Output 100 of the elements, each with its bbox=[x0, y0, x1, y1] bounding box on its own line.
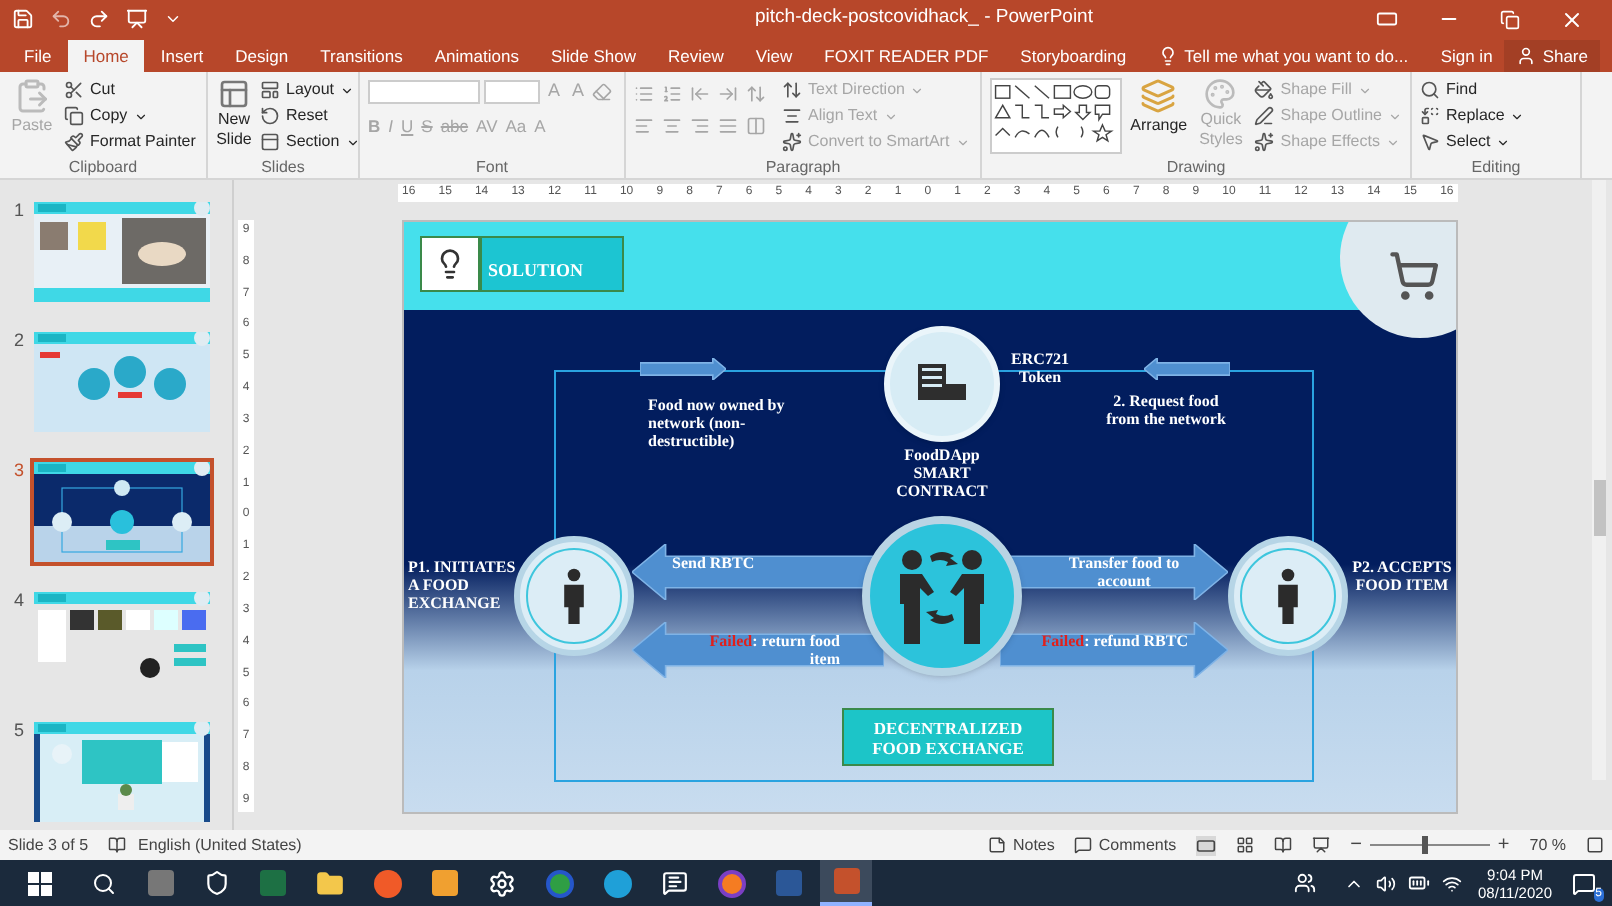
reset-button[interactable]: Reset bbox=[260, 104, 360, 128]
slide-icon bbox=[216, 78, 252, 110]
party-label: P2. ACCEPTS FOOD ITEM bbox=[1350, 558, 1454, 594]
volume-icon[interactable] bbox=[1376, 873, 1397, 893]
search-icon[interactable] bbox=[92, 871, 116, 895]
people-icon[interactable] bbox=[1294, 872, 1317, 894]
redo-icon[interactable] bbox=[88, 8, 110, 30]
share-button[interactable]: Share bbox=[1504, 40, 1600, 72]
new-slide-button[interactable]: New Slide bbox=[216, 78, 252, 156]
ribbon-tab[interactable]: Animations bbox=[418, 40, 535, 72]
slide-thumbnail[interactable] bbox=[30, 718, 214, 826]
gear-icon[interactable] bbox=[488, 869, 516, 897]
shape-fill-icon bbox=[1254, 80, 1275, 100]
spelling-icon[interactable] bbox=[108, 836, 127, 854]
ribbon-tab[interactable]: Home bbox=[67, 40, 145, 72]
scroll-thumb[interactable] bbox=[1593, 480, 1605, 536]
find-button[interactable]: Find bbox=[1420, 78, 1525, 102]
undo-icon[interactable] bbox=[50, 8, 72, 30]
flow-label: Failed: refund RBTC bbox=[1039, 632, 1188, 650]
notifications-icon[interactable] bbox=[1572, 871, 1596, 895]
layers-icon bbox=[1140, 78, 1177, 114]
folder-icon[interactable] bbox=[316, 869, 344, 897]
font-size-field[interactable] bbox=[484, 79, 540, 104]
slide-number: 2 bbox=[11, 328, 26, 354]
right-arrow bbox=[640, 358, 726, 380]
note-text: 2. Request food from the network bbox=[1104, 392, 1228, 428]
save-icon[interactable] bbox=[12, 8, 34, 30]
person-icon bbox=[1516, 46, 1537, 66]
notes-button[interactable]: Notes bbox=[988, 833, 1055, 857]
footer-title: DECENTRALIZED FOOD EXCHANGE bbox=[870, 717, 1026, 757]
sorter-view-icon[interactable] bbox=[1236, 836, 1255, 854]
slide-thumbnail[interactable] bbox=[30, 328, 214, 436]
layout-button[interactable]: Layout bbox=[260, 78, 360, 102]
zoom-slider[interactable] bbox=[1369, 836, 1490, 854]
browser-icon[interactable] bbox=[604, 869, 632, 897]
format-painter-icon bbox=[64, 132, 84, 152]
ribbon-display-icon[interactable] bbox=[1376, 8, 1398, 30]
ribbon-tab[interactable]: Slide Show bbox=[534, 40, 652, 72]
comments-button[interactable]: Comments bbox=[1074, 833, 1177, 857]
wifi-icon[interactable] bbox=[1442, 873, 1463, 893]
ribbon-tab[interactable]: View bbox=[739, 40, 809, 72]
group-label: Clipboard bbox=[66, 156, 140, 178]
cut-button[interactable]: Cut bbox=[64, 78, 196, 102]
person-icon bbox=[1274, 568, 1302, 624]
battery-icon[interactable] bbox=[1408, 872, 1431, 894]
slideshow-icon[interactable] bbox=[126, 8, 148, 30]
fit-slide-icon[interactable] bbox=[1586, 836, 1604, 854]
ribbon-tab[interactable]: Transitions bbox=[304, 40, 419, 72]
zoom-thumb[interactable] bbox=[1421, 836, 1428, 854]
format-painter-button[interactable]: Format Painter bbox=[64, 130, 196, 154]
people-exchange-icon bbox=[894, 544, 990, 648]
group-label: Font bbox=[473, 156, 510, 178]
copy-button[interactable]: Copy bbox=[64, 104, 196, 128]
select-button[interactable]: Select bbox=[1420, 130, 1525, 154]
font-name-field[interactable] bbox=[368, 79, 480, 104]
shapes-gallery[interactable] bbox=[990, 78, 1123, 154]
flow-label: Send RBTC bbox=[672, 554, 757, 572]
arrange-button[interactable]: Arrange bbox=[1130, 78, 1188, 156]
slideshow-view-icon[interactable] bbox=[1312, 836, 1331, 854]
copy-icon bbox=[64, 106, 84, 126]
ribbon-tab[interactable]: Storyboarding bbox=[1004, 40, 1143, 72]
reading-view-icon[interactable] bbox=[1274, 836, 1293, 854]
slide-thumbnail[interactable] bbox=[30, 458, 214, 566]
tell-me-field[interactable]: Tell me what you want to do... bbox=[1142, 40, 1409, 72]
replace-button[interactable]: Replace bbox=[1420, 104, 1525, 128]
sign-in-link[interactable]: Sign in bbox=[1428, 40, 1505, 72]
tell-me-placeholder: Tell me what you want to do... bbox=[1184, 43, 1409, 69]
ribbon-tab[interactable]: Insert bbox=[144, 40, 220, 72]
ribbon-tab[interactable]: File bbox=[8, 40, 68, 72]
windows-icon[interactable] bbox=[28, 871, 52, 895]
customize-icon[interactable] bbox=[164, 10, 182, 28]
group-label: Drawing bbox=[1164, 156, 1228, 178]
close-icon[interactable] bbox=[1560, 7, 1584, 31]
ribbon-tab[interactable]: Design bbox=[219, 40, 305, 72]
zoom-out-button[interactable]: − bbox=[1350, 830, 1362, 860]
section-button[interactable]: Section bbox=[260, 130, 360, 154]
cart-icon bbox=[1388, 250, 1440, 302]
language-label: English (United States) bbox=[138, 833, 302, 857]
ribbon-tab[interactable]: FOXIT READER PDF bbox=[808, 40, 1005, 72]
slide-number: 1 bbox=[11, 198, 26, 224]
party-label: P1. INITIATES A FOOD EXCHANGE bbox=[408, 558, 516, 612]
window-title: pitch-deck-postcovidhack_ - PowerPoint bbox=[753, 4, 1095, 33]
lightbulb-icon bbox=[1158, 46, 1179, 66]
left-arrow bbox=[1144, 358, 1230, 380]
ribbon-tab[interactable]: Review bbox=[651, 40, 740, 72]
restore-icon[interactable] bbox=[1500, 9, 1520, 29]
shape-outline-icon bbox=[1254, 106, 1275, 126]
slide-thumbnail[interactable] bbox=[30, 198, 214, 306]
browser-icon[interactable] bbox=[718, 869, 746, 897]
zoom-in-button[interactable]: + bbox=[1497, 830, 1510, 860]
reset-icon bbox=[260, 106, 280, 126]
group-label: Editing bbox=[1469, 156, 1523, 178]
styles-icon bbox=[1202, 78, 1239, 110]
convert-smartart-icon bbox=[782, 132, 802, 152]
caret-icon bbox=[1357, 83, 1372, 97]
shield-icon[interactable] bbox=[204, 870, 230, 896]
normal-view-icon[interactable] bbox=[1196, 835, 1217, 855]
scrollbar[interactable] bbox=[1592, 180, 1606, 780]
slide-title: SOLUTION bbox=[488, 257, 584, 283]
flow-label: Failed: return food item bbox=[707, 632, 840, 668]
